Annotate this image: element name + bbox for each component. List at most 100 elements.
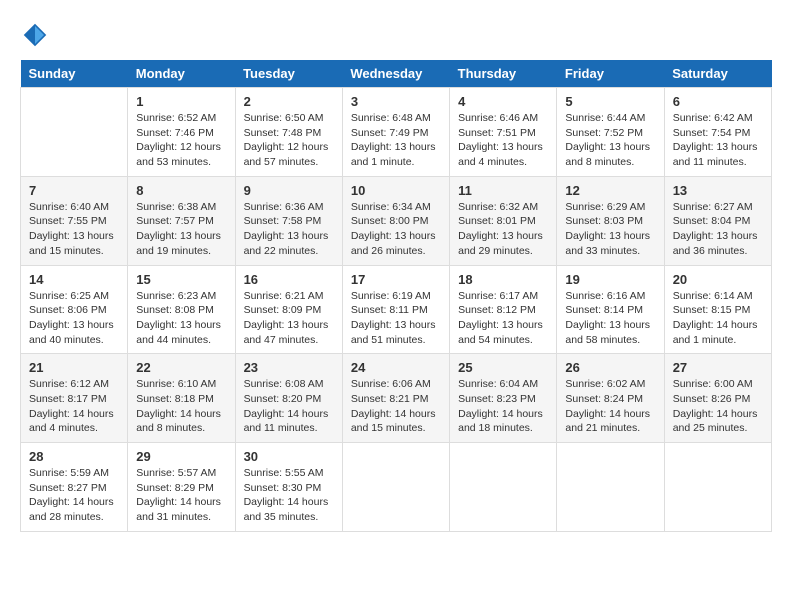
day-number: 4 xyxy=(458,94,548,109)
day-cell: 9 Sunrise: 6:36 AM Sunset: 7:58 PM Daylig… xyxy=(235,176,342,265)
day-info: Sunrise: 6:36 AM Sunset: 7:58 PM Dayligh… xyxy=(244,200,334,259)
day-cell: 29 Sunrise: 5:57 AM Sunset: 8:29 PM Dayli… xyxy=(128,443,235,532)
day-cell: 3 Sunrise: 6:48 AM Sunset: 7:49 PM Daylig… xyxy=(342,88,449,177)
day-cell: 1 Sunrise: 6:52 AM Sunset: 7:46 PM Daylig… xyxy=(128,88,235,177)
week-row-2: 7 Sunrise: 6:40 AM Sunset: 7:55 PM Daylig… xyxy=(21,176,772,265)
day-cell: 25 Sunrise: 6:04 AM Sunset: 8:23 PM Dayli… xyxy=(450,354,557,443)
day-info: Sunrise: 6:02 AM Sunset: 8:24 PM Dayligh… xyxy=(565,377,655,436)
week-row-3: 14 Sunrise: 6:25 AM Sunset: 8:06 PM Dayli… xyxy=(21,265,772,354)
week-row-1: 1 Sunrise: 6:52 AM Sunset: 7:46 PM Daylig… xyxy=(21,88,772,177)
day-info: Sunrise: 6:19 AM Sunset: 8:11 PM Dayligh… xyxy=(351,289,441,348)
day-number: 10 xyxy=(351,183,441,198)
day-cell: 30 Sunrise: 5:55 AM Sunset: 8:30 PM Dayli… xyxy=(235,443,342,532)
col-header-thursday: Thursday xyxy=(450,60,557,88)
day-info: Sunrise: 6:40 AM Sunset: 7:55 PM Dayligh… xyxy=(29,200,119,259)
col-header-saturday: Saturday xyxy=(664,60,771,88)
day-info: Sunrise: 6:06 AM Sunset: 8:21 PM Dayligh… xyxy=(351,377,441,436)
day-number: 12 xyxy=(565,183,655,198)
day-number: 2 xyxy=(244,94,334,109)
day-info: Sunrise: 6:12 AM Sunset: 8:17 PM Dayligh… xyxy=(29,377,119,436)
day-info: Sunrise: 6:32 AM Sunset: 8:01 PM Dayligh… xyxy=(458,200,548,259)
day-cell: 4Sunrise: 6:46 AM Sunset: 7:51 PM Daylig… xyxy=(450,88,557,177)
day-info: Sunrise: 6:34 AM Sunset: 8:00 PM Dayligh… xyxy=(351,200,441,259)
day-info: Sunrise: 6:48 AM Sunset: 7:49 PM Dayligh… xyxy=(351,111,441,170)
day-number: 19 xyxy=(565,272,655,287)
day-number: 6 xyxy=(673,94,763,109)
day-number: 22 xyxy=(136,360,226,375)
day-number: 9 xyxy=(244,183,334,198)
day-cell xyxy=(450,443,557,532)
header-row: SundayMondayTuesdayWednesdayThursdayFrid… xyxy=(21,60,772,88)
day-number: 28 xyxy=(29,449,119,464)
day-number: 1 xyxy=(136,94,226,109)
day-cell: 2 Sunrise: 6:50 AM Sunset: 7:48 PM Daylig… xyxy=(235,88,342,177)
day-cell: 17 Sunrise: 6:19 AM Sunset: 8:11 PM Dayli… xyxy=(342,265,449,354)
day-cell: 8 Sunrise: 6:38 AM Sunset: 7:57 PM Daylig… xyxy=(128,176,235,265)
day-number: 3 xyxy=(351,94,441,109)
day-number: 14 xyxy=(29,272,119,287)
col-header-sunday: Sunday xyxy=(21,60,128,88)
day-number: 24 xyxy=(351,360,441,375)
day-cell: 19 Sunrise: 6:16 AM Sunset: 8:14 PM Dayli… xyxy=(557,265,664,354)
day-number: 11 xyxy=(458,183,548,198)
day-number: 5 xyxy=(565,94,655,109)
day-number: 27 xyxy=(673,360,763,375)
day-info: Sunrise: 6:52 AM Sunset: 7:46 PM Dayligh… xyxy=(136,111,226,170)
day-cell xyxy=(557,443,664,532)
day-info: Sunrise: 6:50 AM Sunset: 7:48 PM Dayligh… xyxy=(244,111,334,170)
day-number: 17 xyxy=(351,272,441,287)
week-row-4: 21 Sunrise: 6:12 AM Sunset: 8:17 PM Dayli… xyxy=(21,354,772,443)
day-cell: 12 Sunrise: 6:29 AM Sunset: 8:03 PM Dayli… xyxy=(557,176,664,265)
day-info: Sunrise: 5:59 AM Sunset: 8:27 PM Dayligh… xyxy=(29,466,119,525)
day-cell: 26 Sunrise: 6:02 AM Sunset: 8:24 PM Dayli… xyxy=(557,354,664,443)
page-header xyxy=(20,20,772,50)
day-number: 15 xyxy=(136,272,226,287)
day-cell: 22Sunrise: 6:10 AM Sunset: 8:18 PM Dayli… xyxy=(128,354,235,443)
day-info: Sunrise: 6:16 AM Sunset: 8:14 PM Dayligh… xyxy=(565,289,655,348)
day-cell: 7 Sunrise: 6:40 AM Sunset: 7:55 PM Daylig… xyxy=(21,176,128,265)
day-cell: 10 Sunrise: 6:34 AM Sunset: 8:00 PM Dayli… xyxy=(342,176,449,265)
day-cell: 5Sunrise: 6:44 AM Sunset: 7:52 PM Daylig… xyxy=(557,88,664,177)
day-number: 25 xyxy=(458,360,548,375)
day-cell: 14 Sunrise: 6:25 AM Sunset: 8:06 PM Dayli… xyxy=(21,265,128,354)
day-cell: 21 Sunrise: 6:12 AM Sunset: 8:17 PM Dayli… xyxy=(21,354,128,443)
day-cell: 27 Sunrise: 6:00 AM Sunset: 8:26 PM Dayli… xyxy=(664,354,771,443)
day-number: 8 xyxy=(136,183,226,198)
day-info: Sunrise: 6:23 AM Sunset: 8:08 PM Dayligh… xyxy=(136,289,226,348)
day-cell: 16 Sunrise: 6:21 AM Sunset: 8:09 PM Dayli… xyxy=(235,265,342,354)
logo-icon xyxy=(20,20,50,50)
day-cell: 20Sunrise: 6:14 AM Sunset: 8:15 PM Dayli… xyxy=(664,265,771,354)
day-number: 7 xyxy=(29,183,119,198)
day-number: 26 xyxy=(565,360,655,375)
day-number: 23 xyxy=(244,360,334,375)
day-cell: 11 Sunrise: 6:32 AM Sunset: 8:01 PM Dayli… xyxy=(450,176,557,265)
day-number: 13 xyxy=(673,183,763,198)
col-header-friday: Friday xyxy=(557,60,664,88)
day-info: Sunrise: 6:04 AM Sunset: 8:23 PM Dayligh… xyxy=(458,377,548,436)
day-info: Sunrise: 6:38 AM Sunset: 7:57 PM Dayligh… xyxy=(136,200,226,259)
day-info: Sunrise: 6:00 AM Sunset: 8:26 PM Dayligh… xyxy=(673,377,763,436)
day-number: 21 xyxy=(29,360,119,375)
day-cell: 6 Sunrise: 6:42 AM Sunset: 7:54 PM Daylig… xyxy=(664,88,771,177)
week-row-5: 28 Sunrise: 5:59 AM Sunset: 8:27 PM Dayli… xyxy=(21,443,772,532)
day-info: Sunrise: 5:55 AM Sunset: 8:30 PM Dayligh… xyxy=(244,466,334,525)
day-cell xyxy=(21,88,128,177)
logo xyxy=(20,20,54,50)
day-cell: 28 Sunrise: 5:59 AM Sunset: 8:27 PM Dayli… xyxy=(21,443,128,532)
day-cell xyxy=(342,443,449,532)
day-info: Sunrise: 6:17 AM Sunset: 8:12 PM Dayligh… xyxy=(458,289,548,348)
day-info: Sunrise: 6:29 AM Sunset: 8:03 PM Dayligh… xyxy=(565,200,655,259)
col-header-tuesday: Tuesday xyxy=(235,60,342,88)
day-cell: 23Sunrise: 6:08 AM Sunset: 8:20 PM Dayli… xyxy=(235,354,342,443)
calendar-table: SundayMondayTuesdayWednesdayThursdayFrid… xyxy=(20,60,772,532)
day-cell: 13Sunrise: 6:27 AM Sunset: 8:04 PM Dayli… xyxy=(664,176,771,265)
day-number: 16 xyxy=(244,272,334,287)
day-info: Sunrise: 5:57 AM Sunset: 8:29 PM Dayligh… xyxy=(136,466,226,525)
day-cell: 24 Sunrise: 6:06 AM Sunset: 8:21 PM Dayli… xyxy=(342,354,449,443)
day-number: 18 xyxy=(458,272,548,287)
day-info: Sunrise: 6:21 AM Sunset: 8:09 PM Dayligh… xyxy=(244,289,334,348)
day-info: Sunrise: 6:25 AM Sunset: 8:06 PM Dayligh… xyxy=(29,289,119,348)
day-info: Sunrise: 6:42 AM Sunset: 7:54 PM Dayligh… xyxy=(673,111,763,170)
day-number: 30 xyxy=(244,449,334,464)
day-number: 29 xyxy=(136,449,226,464)
